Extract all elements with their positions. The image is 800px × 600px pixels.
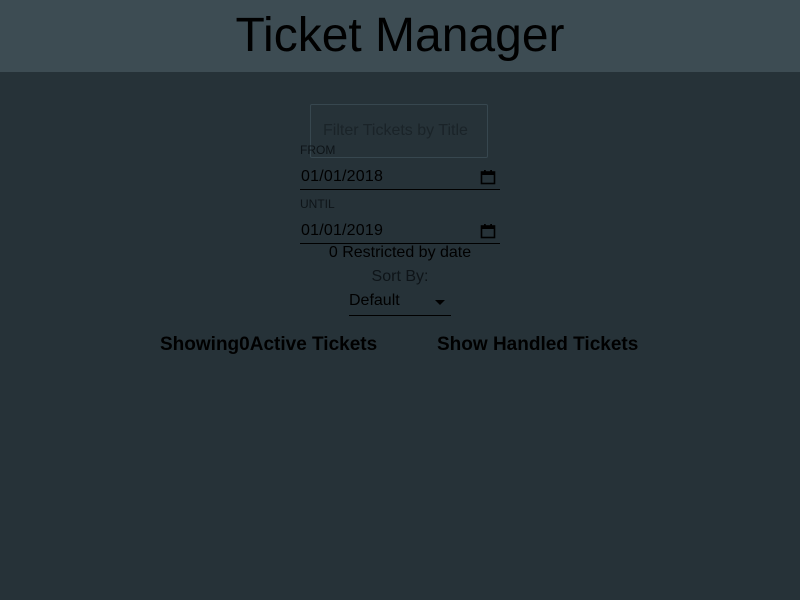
filter-field[interactable] [310, 104, 488, 158]
restricted-count: 0 [328, 244, 338, 261]
page-title: Ticket Manager [235, 9, 565, 62]
sort-by-label: Sort By: [371, 268, 429, 285]
app-header: Ticket Manager [0, 0, 800, 72]
restricted-count-text: 0 Restricted by date [0, 244, 800, 262]
tab-handled-tickets[interactable]: Show Handled Tickets [437, 334, 638, 356]
active-prefix: Showing [160, 334, 240, 355]
from-label: FROM [300, 143, 336, 157]
until-date-value: 01/01/2019 [301, 222, 384, 239]
active-suffix: Active Tickets [249, 334, 378, 355]
active-count: 0 [239, 334, 250, 355]
from-date-value: 01/01/2018 [301, 168, 384, 185]
dropdown-arrow-icon [435, 300, 445, 305]
filter-input[interactable] [311, 105, 487, 157]
until-date-input[interactable]: 01/01/2019 [300, 220, 500, 244]
calendar-icon[interactable] [480, 223, 496, 239]
sort-select[interactable]: Default [349, 290, 451, 316]
tab-active-tickets[interactable]: Showing0Active Tickets [160, 334, 377, 356]
from-date-input[interactable]: 01/01/2018 [300, 166, 500, 190]
sort-select-value: Default [349, 292, 400, 309]
calendar-icon[interactable] [480, 169, 496, 185]
until-label: UNTIL [300, 197, 335, 211]
restricted-label: Restricted by date [337, 244, 472, 261]
